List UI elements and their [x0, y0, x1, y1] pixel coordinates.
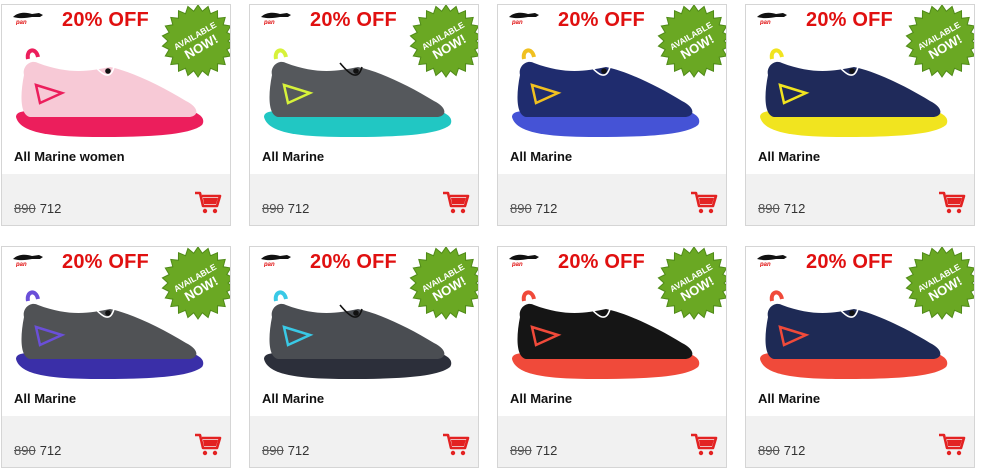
panther-logo-icon: pan [509, 254, 539, 267]
original-price: 890 [758, 201, 780, 216]
product-image[interactable] [258, 287, 458, 383]
product-image[interactable] [754, 287, 954, 383]
product-name[interactable]: All Marine [498, 141, 726, 173]
discount-label: 20% OFF [62, 251, 149, 273]
original-price: 890 [510, 443, 532, 458]
price: 890 712 [758, 443, 805, 458]
discount-label: 20% OFF [310, 9, 397, 31]
discount-label: 20% OFF [806, 251, 893, 273]
product-image[interactable] [258, 45, 458, 141]
svg-text:pan: pan [15, 262, 27, 267]
sale-price: 712 [535, 201, 558, 216]
discount-label: 20% OFF [806, 9, 893, 31]
product-card[interactable]: pan 20% OFF AVAILABLE NOW! All Marine 89… [249, 246, 479, 468]
svg-text:pan: pan [511, 262, 523, 267]
product-card[interactable]: pan 20% OFF AVAILABLE NOW! All Marine 89… [745, 246, 975, 468]
shopping-cart-icon[interactable] [194, 191, 222, 215]
original-price: 890 [510, 201, 532, 216]
svg-text:pan: pan [759, 262, 771, 267]
product-card[interactable]: pan 20% OFF AVAILABLE NOW! All Marine wo… [1, 4, 231, 226]
product-name[interactable]: All Marine women [2, 141, 230, 173]
shopping-cart-icon[interactable] [442, 433, 470, 457]
sale-price: 712 [783, 201, 806, 216]
svg-text:pan: pan [15, 20, 27, 25]
panther-logo-icon: pan [13, 12, 43, 25]
panther-logo-icon: pan [757, 254, 787, 267]
discount-label: 20% OFF [558, 9, 645, 31]
original-price: 890 [14, 201, 36, 216]
discount-label: 20% OFF [310, 251, 397, 273]
original-price: 890 [262, 201, 284, 216]
product-card[interactable]: pan 20% OFF AVAILABLE NOW! All Marine 89… [249, 4, 479, 226]
product-image[interactable] [10, 45, 210, 141]
price: 890 712 [510, 443, 557, 458]
original-price: 890 [262, 443, 284, 458]
svg-text:pan: pan [511, 20, 523, 25]
shopping-cart-icon[interactable] [442, 191, 470, 215]
original-price: 890 [758, 443, 780, 458]
shopping-cart-icon[interactable] [690, 191, 718, 215]
sale-price: 712 [39, 443, 62, 458]
product-card[interactable]: pan 20% OFF AVAILABLE NOW! All Marine 89… [745, 4, 975, 226]
product-name[interactable]: All Marine [2, 383, 230, 415]
price: 890 712 [510, 201, 557, 216]
price: 890 712 [14, 201, 61, 216]
panther-logo-icon: pan [261, 12, 291, 25]
panther-logo-icon: pan [13, 254, 43, 267]
product-image[interactable] [506, 45, 706, 141]
svg-text:pan: pan [759, 20, 771, 25]
sale-price: 712 [535, 443, 558, 458]
price: 890 712 [262, 201, 309, 216]
sale-price: 712 [287, 443, 310, 458]
panther-logo-icon: pan [509, 12, 539, 25]
product-name[interactable]: All Marine [498, 383, 726, 415]
sale-price: 712 [39, 201, 62, 216]
product-name[interactable]: All Marine [250, 383, 478, 415]
original-price: 890 [14, 443, 36, 458]
product-name[interactable]: All Marine [250, 141, 478, 173]
svg-text:pan: pan [263, 262, 275, 267]
sale-price: 712 [783, 443, 806, 458]
product-card[interactable]: pan 20% OFF AVAILABLE NOW! All Marine 89… [497, 246, 727, 468]
svg-text:pan: pan [263, 20, 275, 25]
price: 890 712 [14, 443, 61, 458]
panther-logo-icon: pan [261, 254, 291, 267]
shopping-cart-icon[interactable] [690, 433, 718, 457]
product-card[interactable]: pan 20% OFF AVAILABLE NOW! All Marine 89… [497, 4, 727, 226]
sale-price: 712 [287, 201, 310, 216]
product-image[interactable] [754, 45, 954, 141]
panther-logo-icon: pan [757, 12, 787, 25]
price: 890 712 [758, 201, 805, 216]
product-name[interactable]: All Marine [746, 141, 974, 173]
product-image[interactable] [506, 287, 706, 383]
shopping-cart-icon[interactable] [938, 191, 966, 215]
product-image[interactable] [10, 287, 210, 383]
discount-label: 20% OFF [62, 9, 149, 31]
product-name[interactable]: All Marine [746, 383, 974, 415]
product-card[interactable]: pan 20% OFF AVAILABLE NOW! All Marine 89… [1, 246, 231, 468]
discount-label: 20% OFF [558, 251, 645, 273]
price: 890 712 [262, 443, 309, 458]
shopping-cart-icon[interactable] [938, 433, 966, 457]
shopping-cart-icon[interactable] [194, 433, 222, 457]
